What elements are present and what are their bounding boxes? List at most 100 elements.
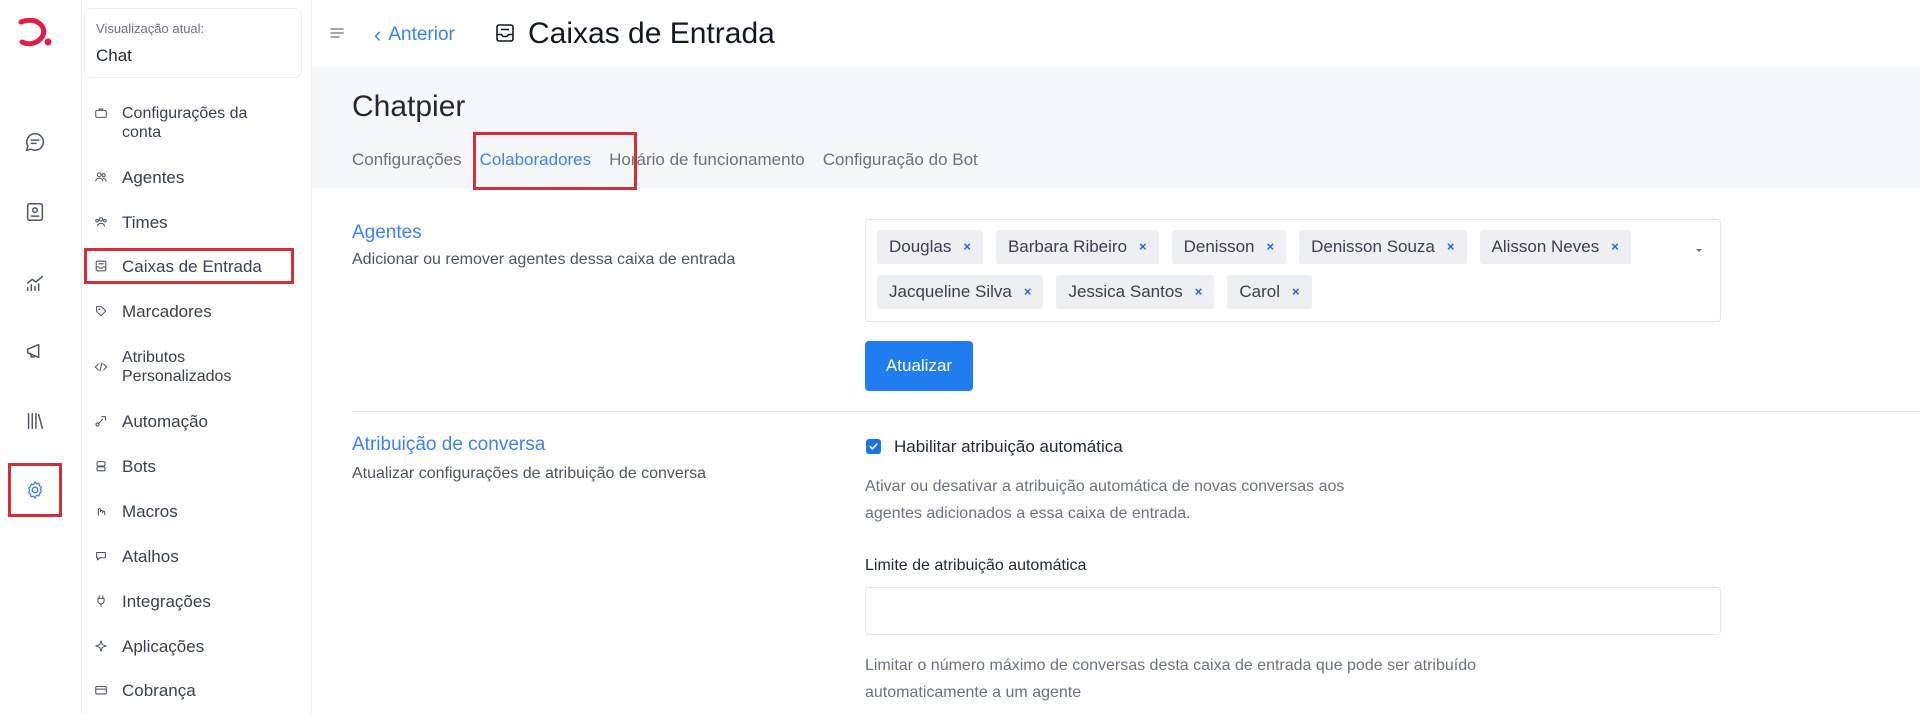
agent-tag: Denisson × [1171, 229, 1287, 264]
inbox-icon [494, 22, 516, 44]
settings-sidebar: Visualização atual: Chat Configurações d… [82, 0, 312, 714]
agents-tag-row-1: Douglas × Barbara Ribeiro × Denisson × Denisso… [877, 228, 1709, 265]
shortcut-icon [94, 549, 112, 567]
assignment-limit-input[interactable] [865, 587, 1721, 635]
agents-section-title: Agentes [352, 222, 422, 243]
sidebar-item-billing[interactable]: Cobrança [82, 681, 302, 701]
agents-multiselect[interactable]: Douglas × Barbara Ribeiro × Denisson × Denisso… [865, 219, 1721, 322]
sidebar-item-integrations[interactable]: Integrações [82, 592, 302, 612]
menu-icon[interactable] [330, 26, 344, 40]
agent-tag: Douglas × [877, 229, 983, 264]
apps-icon [94, 639, 112, 657]
sidebar-item-label: Times [122, 213, 168, 232]
back-button[interactable]: ‹ Anterior [374, 22, 455, 48]
current-view-value: Chat [96, 46, 132, 65]
assignment-section-description: Atualizar configurações de atribuição de… [352, 465, 706, 482]
agent-tag-name: Alisson Neves [1491, 236, 1600, 256]
sidebar-item-labels[interactable]: Marcadores [82, 302, 302, 322]
sidebar-item-automation[interactable]: Automação [82, 412, 302, 432]
back-label: Anterior [388, 24, 455, 45]
section-divider [352, 411, 1920, 412]
sidebar-item-custom-attributes[interactable]: Atributos Personalizados [82, 348, 302, 386]
sidebar-item-label: Bots [122, 457, 157, 476]
assignment-limit-label: Limite de atribuição automática [865, 557, 1087, 574]
remove-agent-icon[interactable]: × [963, 239, 971, 254]
briefcase-icon [94, 106, 112, 124]
sidebar-item-label: Configurações da conta [122, 105, 248, 141]
sidebar-item-applications[interactable]: Aplicações [82, 637, 302, 657]
sidebar-item-label: Marcadores [122, 302, 212, 321]
current-view-label: Visualização atual: [96, 21, 205, 36]
campaigns-icon[interactable] [19, 335, 51, 367]
sidebar-item-label: Macros [122, 502, 178, 521]
reports-icon[interactable] [19, 267, 51, 299]
sidebar-item-label: Aplicações [122, 637, 205, 656]
library-icon[interactable] [19, 405, 51, 437]
sidebar-item-shortcuts[interactable]: Atalhos [82, 547, 302, 567]
auto-assign-help-line1: Ativar ou desativar a atribuição automát… [865, 478, 1345, 495]
bot-icon [94, 459, 112, 477]
sidebar-item-label: Agentes [122, 168, 185, 187]
tab-settings[interactable]: Configurações [352, 150, 462, 170]
current-view-switcher[interactable]: Visualização atual: Chat [84, 8, 302, 78]
top-header: ‹ Anterior Caixas de Entrada [312, 0, 1920, 66]
sidebar-item-label: Cobrança [122, 681, 196, 700]
agent-tag: Jessica Santos × [1056, 274, 1215, 309]
remove-agent-icon[interactable]: × [1024, 284, 1032, 299]
inbox-name: Chatpier [352, 90, 466, 123]
agent-tag-name: Denisson [1183, 236, 1255, 256]
agents-tag-row-2: Jacqueline Silva × Jessica Santos × Carol × [877, 273, 1709, 310]
inbox-tabs: Configurações Colaboradores Horário de f… [352, 150, 996, 170]
update-button[interactable]: Atualizar [865, 341, 973, 391]
sidebar-item-agents[interactable]: Agentes [82, 168, 302, 188]
assignment-limit-help: Limitar o número máximo de conversas des… [865, 652, 1476, 706]
agent-tag-name: Denisson Souza [1311, 236, 1435, 256]
sidebar-item-label: Atributos Personalizados [122, 349, 232, 385]
assignment-limit-help-line2: automaticamente a um agente [865, 684, 1082, 701]
remove-agent-icon[interactable]: × [1267, 239, 1275, 254]
assignment-limit-help-line1: Limitar o número máximo de conversas des… [865, 657, 1477, 674]
remove-agent-icon[interactable]: × [1195, 284, 1203, 299]
sidebar-item-label: Atalhos [122, 547, 179, 566]
sidebar-item-macros[interactable]: Macros [82, 502, 302, 522]
chevron-down-icon[interactable] [1694, 242, 1704, 252]
agent-tag: Barbara Ribeiro × [995, 229, 1159, 264]
agent-tag-name: Jessica Santos [1068, 281, 1183, 301]
people-icon [94, 170, 112, 188]
agent-tag: Denisson Souza × [1299, 229, 1467, 264]
remove-agent-icon[interactable]: × [1611, 239, 1619, 254]
page-title: Caixas de Entrada [528, 17, 775, 50]
agent-tag-name: Douglas [889, 236, 952, 256]
macro-icon [94, 504, 112, 522]
chat-icon[interactable] [19, 126, 51, 158]
assignment-section-title: Atribuição de conversa [352, 434, 546, 455]
contacts-icon[interactable] [19, 196, 51, 228]
icon-rail [0, 0, 82, 714]
remove-agent-icon[interactable]: × [1292, 284, 1300, 299]
agent-tag-name: Barbara Ribeiro [1007, 236, 1128, 256]
remove-agent-icon[interactable]: × [1139, 239, 1147, 254]
tab-bot-configuration[interactable]: Configuração do Bot [823, 150, 978, 170]
auto-assign-help: Ativar ou desativar a atribuição automát… [865, 473, 1344, 527]
team-icon [94, 215, 112, 233]
chevron-left-icon: ‹ [374, 22, 382, 47]
agent-tag: Carol × [1227, 274, 1312, 309]
sidebar-item-teams[interactable]: Times [82, 213, 302, 233]
auto-assign-checkbox[interactable] [866, 439, 881, 454]
highlight-box-inboxes [84, 248, 294, 284]
auto-assign-label[interactable]: Habilitar atribuição automática [894, 437, 1123, 457]
agent-tag-name: Jacqueline Silva [889, 281, 1012, 301]
tag-icon [94, 304, 112, 322]
check-icon [869, 443, 878, 450]
agent-tag-name: Carol [1239, 281, 1281, 301]
sidebar-item-label: Integrações [122, 592, 211, 611]
sidebar-item-label: Automação [122, 412, 208, 431]
remove-agent-icon[interactable]: × [1447, 239, 1455, 254]
tab-business-hours[interactable]: Horário de funcionamento [609, 150, 805, 170]
agent-tag: Jacqueline Silva × [877, 274, 1044, 309]
highlight-box-collaborators-tab [473, 132, 637, 190]
sidebar-item-bots[interactable]: Bots [82, 457, 302, 477]
sidebar-item-account-settings[interactable]: Configurações da conta [82, 104, 302, 142]
logo-icon[interactable] [18, 17, 52, 48]
code-icon [94, 360, 112, 378]
